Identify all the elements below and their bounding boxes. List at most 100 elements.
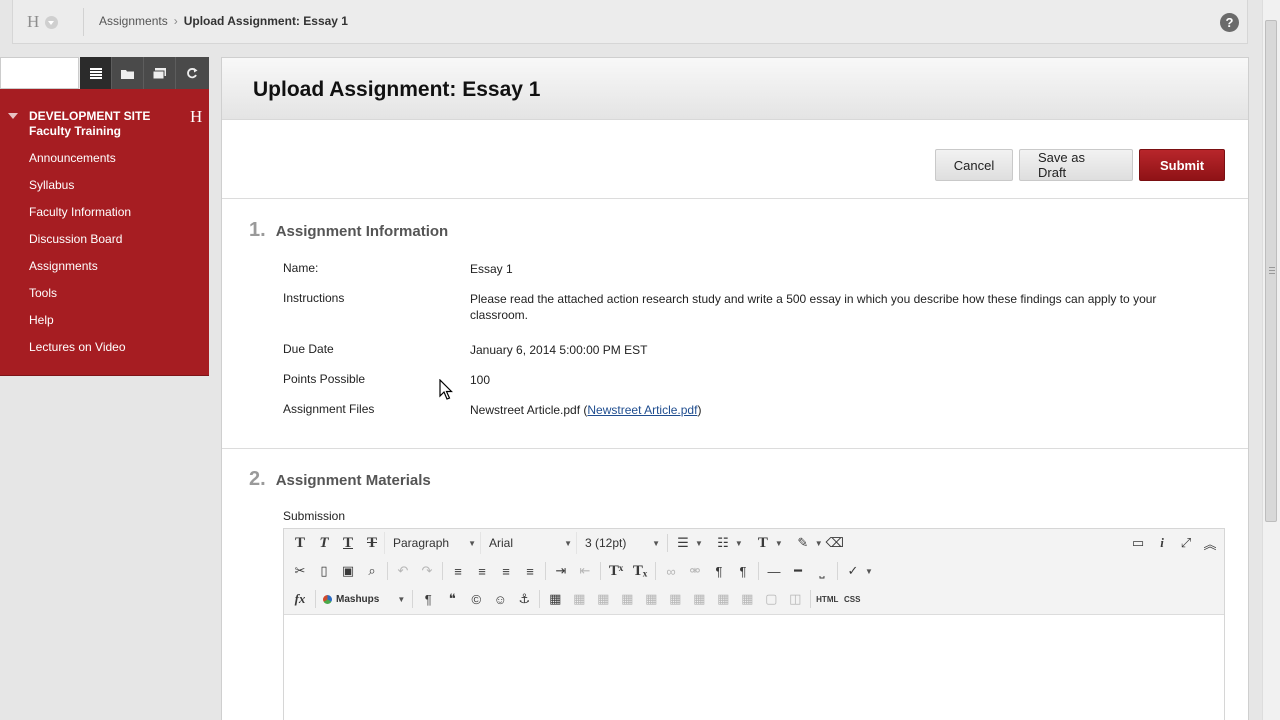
fullscreen-icon[interactable]: ⤢ (1174, 532, 1198, 554)
course-menu-item-assignments[interactable]: Assignments (29, 259, 131, 286)
mashups-label: Mashups (336, 593, 380, 605)
ltr-icon[interactable]: ¶ (707, 560, 731, 582)
course-menu-item-faculty-information[interactable]: Faculty Information (29, 205, 131, 232)
bold-icon[interactable]: T (288, 532, 312, 554)
superscript-icon[interactable]: Tˣ (604, 560, 628, 582)
find-icon[interactable]: ⌕ (360, 560, 384, 582)
paragraph-icon[interactable]: ¶ (416, 588, 440, 610)
cut-icon[interactable]: ✂ (288, 560, 312, 582)
justify-icon[interactable]: ≡ (518, 560, 542, 582)
insert-row-after-icon[interactable]: ▦ (639, 588, 663, 610)
unlink-icon[interactable]: ⚮ (683, 560, 707, 582)
underline-icon[interactable]: T (336, 532, 360, 554)
help-icon[interactable]: ? (1220, 13, 1239, 32)
course-menu-item-syllabus[interactable]: Syllabus (29, 178, 131, 205)
paste-icon[interactable]: ▣ (336, 560, 360, 582)
insert-table-icon[interactable]: ▦ (543, 588, 567, 610)
course-menu-item-help[interactable]: Help (29, 313, 131, 340)
split-cells-icon[interactable]: ▢ (759, 588, 783, 610)
numbered-list-icon[interactable]: ☷ (711, 532, 735, 554)
eraser-icon[interactable]: ⌫ (823, 532, 847, 554)
bulleted-list-icon[interactable]: ☰ (671, 532, 695, 554)
insert-col-before-icon[interactable]: ▦ (687, 588, 711, 610)
table-row-props-icon[interactable]: ▦ (567, 588, 591, 610)
save-draft-button[interactable]: Save as Draft (1019, 149, 1133, 181)
collapse-triangle-icon[interactable] (8, 113, 18, 119)
folder-view-icon[interactable] (112, 57, 144, 89)
list-view-icon[interactable] (80, 57, 112, 89)
table-cell-props-icon[interactable]: ▦ (591, 588, 615, 610)
chevron-down-icon: ▼ (468, 538, 476, 548)
chevron-down-icon[interactable]: ▼ (775, 539, 783, 548)
strikethrough-icon[interactable]: T (360, 532, 384, 554)
copyright-icon[interactable]: © (464, 588, 488, 610)
insert-col-after-icon[interactable]: ▦ (711, 588, 735, 610)
outdent-icon[interactable]: ⇤ (573, 560, 597, 582)
italic-icon[interactable]: T (312, 532, 336, 554)
format-block-value: Paragraph (393, 536, 450, 550)
align-right-icon[interactable]: ≡ (494, 560, 518, 582)
text-style-icon[interactable]: T (751, 532, 775, 554)
new-window-icon[interactable] (144, 57, 176, 89)
font-family-select[interactable]: Arial ▼ (480, 532, 576, 554)
home-menu[interactable]: H (27, 12, 75, 32)
course-menu-item-lectures-on-video[interactable]: Lectures on Video (29, 340, 131, 367)
delete-col-icon[interactable]: ▦ (735, 588, 759, 610)
format-block-select[interactable]: Paragraph ▼ (384, 532, 480, 554)
html-source-icon[interactable]: HTML (814, 588, 840, 610)
emoticon-icon[interactable]: ☺ (488, 588, 512, 610)
course-menu-search[interactable] (0, 57, 79, 89)
link-icon[interactable]: ∞ (659, 560, 683, 582)
toolbar-row: T T T T Paragraph ▼ Arial ▼ 3 (12pt) ▼ ☰ ▼ ☷… (288, 530, 847, 556)
undo-icon[interactable]: ↶ (391, 560, 415, 582)
subscript-icon[interactable]: Tₓ (628, 560, 652, 582)
breadcrumb-current: Upload Assignment: Essay 1 (183, 14, 348, 28)
course-menu-list: Announcements Syllabus Faculty Informati… (29, 151, 131, 367)
copy-icon[interactable]: ▯ (312, 560, 336, 582)
breadcrumb-assignments[interactable]: Assignments (99, 14, 168, 28)
mashups-select[interactable]: Mashups ▼ (319, 594, 409, 605)
horizontal-line-icon[interactable]: — (762, 560, 786, 582)
collapse-toolbar-icon[interactable]: ︽ (1198, 532, 1222, 554)
chevron-down-icon[interactable]: ▼ (695, 539, 703, 548)
scrollbar-thumb[interactable] (1265, 20, 1277, 522)
nonbreaking-space-icon[interactable]: ⎵ (810, 560, 834, 582)
indent-icon[interactable]: ⇥ (549, 560, 573, 582)
home-icon[interactable]: H (27, 12, 39, 32)
action-buttons: Cancel Save as Draft Submit (935, 149, 1225, 181)
course-menu-item-discussion-board[interactable]: Discussion Board (29, 232, 131, 259)
redo-icon[interactable]: ↷ (415, 560, 439, 582)
delete-row-icon[interactable]: ▦ (663, 588, 687, 610)
course-menu-item-tools[interactable]: Tools (29, 286, 131, 313)
rtl-icon[interactable]: ¶ (731, 560, 755, 582)
css-icon[interactable]: CSS (840, 588, 864, 610)
math-formula-icon[interactable]: fx (288, 588, 312, 610)
font-size-select[interactable]: 3 (12pt) ▼ (576, 532, 664, 554)
chevron-down-icon[interactable]: ▼ (865, 567, 873, 576)
chevron-down-icon[interactable]: ▼ (735, 539, 743, 548)
course-title[interactable]: DEVELOPMENT SITE Faculty Training (29, 109, 189, 139)
refresh-icon[interactable] (176, 57, 208, 89)
thick-line-icon[interactable]: ━ (786, 560, 810, 582)
info-icon[interactable]: i (1150, 532, 1174, 554)
merge-cells-icon[interactable]: ◫ (783, 588, 807, 610)
insert-row-before-icon[interactable]: ▦ (615, 588, 639, 610)
text-editor: T T T T Paragraph ▼ Arial ▼ 3 (12pt) ▼ ☰ ▼ ☷… (283, 528, 1225, 720)
course-menu-item-announcements[interactable]: Announcements (29, 151, 131, 178)
course-home-icon[interactable]: H (190, 107, 202, 127)
preview-icon[interactable]: ▭ (1126, 532, 1150, 554)
cancel-button[interactable]: Cancel (935, 149, 1013, 181)
divider (655, 562, 656, 580)
spellcheck-icon[interactable]: ✓ (841, 560, 865, 582)
editor-toolbar: T T T T Paragraph ▼ Arial ▼ 3 (12pt) ▼ ☰ ▼ ☷… (284, 529, 1224, 615)
highlight-icon[interactable]: ✎ (791, 532, 815, 554)
align-left-icon[interactable]: ≡ (446, 560, 470, 582)
submit-button[interactable]: Submit (1139, 149, 1225, 181)
anchor-icon[interactable]: ⚓ (512, 588, 536, 610)
chevron-down-icon[interactable] (45, 15, 59, 29)
file-link[interactable]: Newstreet Article.pdf (587, 403, 697, 417)
chevron-down-icon[interactable]: ▼ (815, 539, 823, 548)
blockquote-icon[interactable]: ❝ (440, 588, 464, 610)
vertical-scrollbar[interactable] (1262, 0, 1280, 720)
align-center-icon[interactable]: ≡ (470, 560, 494, 582)
